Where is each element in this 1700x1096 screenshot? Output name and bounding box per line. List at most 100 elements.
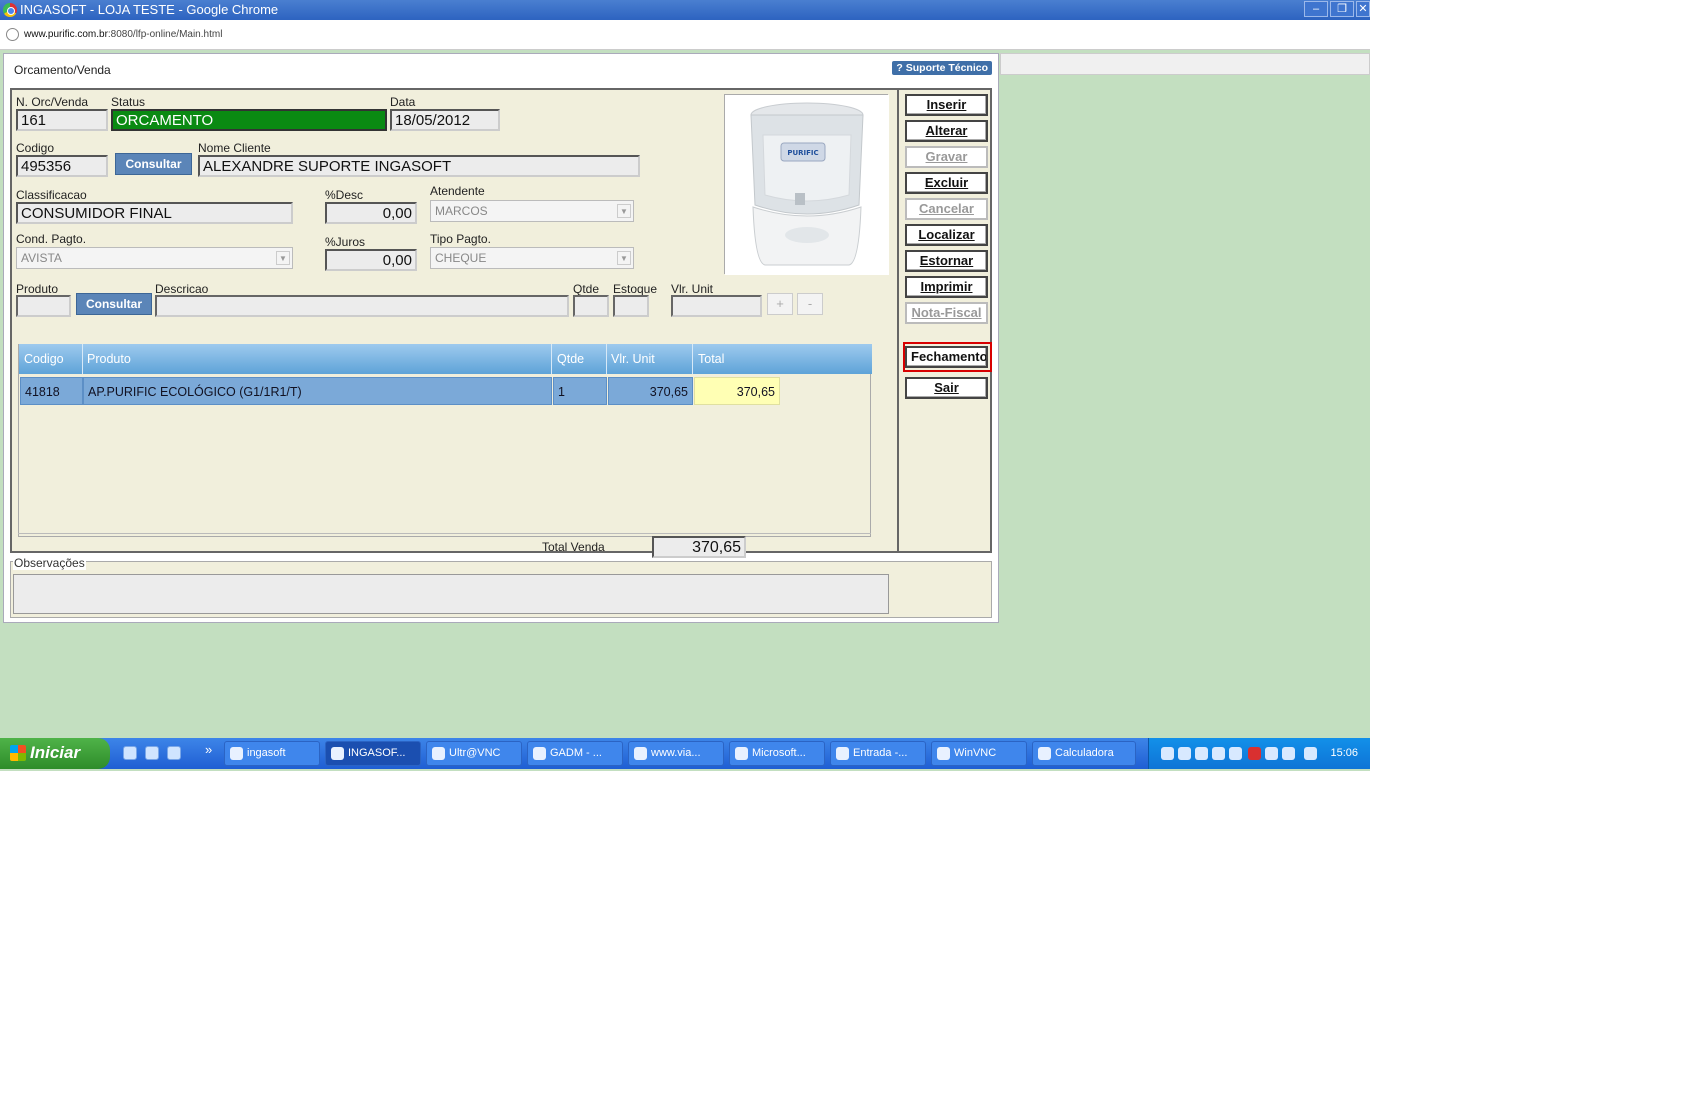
excel-icon — [735, 747, 748, 760]
date-label: Data — [390, 95, 416, 109]
product-code-field[interactable] — [16, 295, 71, 317]
remove-item-button[interactable]: - — [797, 293, 823, 315]
tray-network-icon[interactable] — [1195, 747, 1208, 760]
classification-field[interactable]: CONSUMIDOR FINAL — [16, 202, 293, 224]
fechamento-button[interactable]: Fechamento — [905, 346, 988, 368]
cell-vlr-unit: 370,65 — [608, 377, 693, 405]
tray-star-icon[interactable] — [1304, 747, 1317, 760]
ingasoft-icon — [230, 747, 243, 760]
table-header: Codigo Produto Qtde Vlr. Unit Total — [19, 344, 872, 374]
mail-icon — [836, 747, 849, 760]
col-qtde: Qtde — [557, 352, 585, 366]
tray-eye-icon[interactable] — [1178, 747, 1191, 760]
consult-client-button[interactable]: Consultar — [115, 153, 192, 175]
messenger-icon[interactable] — [145, 746, 159, 760]
client-name-field[interactable]: ALEXANDRE SUPORTE INGASOFT — [198, 155, 640, 177]
product-label: Produto — [16, 282, 59, 296]
taskbar-item-www[interactable]: www.via... — [628, 741, 724, 766]
consult-product-button[interactable]: Consultar — [76, 293, 152, 315]
tray-antivirus-icon[interactable] — [1248, 747, 1261, 760]
action-sidebar: Inserir Alterar Gravar Excluir Cancelar … — [897, 90, 992, 551]
status-field: ORCAMENTO — [111, 109, 387, 131]
payment-cond-select[interactable]: AVISTA ▼ — [16, 247, 293, 269]
interest-label: %Juros — [325, 235, 366, 249]
discount-label: %Desc — [325, 188, 364, 202]
inserir-button[interactable]: Inserir — [905, 94, 988, 116]
alterar-button[interactable]: Alterar — [905, 120, 988, 142]
qty-field[interactable] — [573, 295, 609, 317]
tray-mail-icon[interactable] — [1161, 747, 1174, 760]
payment-cond-label: Cond. Pagto. — [16, 232, 87, 246]
order-no-field[interactable]: 161 — [16, 109, 108, 131]
qty-label: Qtde — [573, 282, 600, 296]
taskbar-item-ingasoft-chrome[interactable]: INGASOF... — [325, 741, 421, 766]
window-title: Orcamento/Venda — [14, 63, 111, 77]
payment-type-select[interactable]: CHEQUE ▼ — [430, 247, 634, 269]
gravar-button[interactable]: Gravar — [905, 146, 988, 168]
taskbar-item-entrada[interactable]: Entrada -... — [830, 741, 926, 766]
restore-button[interactable]: ❐ — [1330, 1, 1354, 17]
orcamento-window: Orcamento/Venda ? Suporte Técnico N. Orc… — [3, 53, 999, 623]
more-quicklaunch-icon[interactable]: » — [205, 742, 212, 757]
chrome-icon — [331, 747, 344, 760]
browser-title: INGASOFT - LOJA TESTE - Google Chrome — [20, 2, 279, 17]
description-field[interactable] — [155, 295, 569, 317]
chevron-down-icon: ▼ — [276, 251, 290, 265]
system-tray: 15:06 — [1148, 738, 1370, 769]
stock-label: Estoque — [613, 282, 658, 296]
excluir-button[interactable]: Excluir — [905, 172, 988, 194]
total-label: Total Venda — [542, 540, 605, 554]
client-code-field[interactable]: 495356 — [16, 155, 108, 177]
taskbar-item-excel[interactable]: Microsoft... — [729, 741, 825, 766]
cell-qtde: 1 — [553, 377, 607, 405]
taskbar-item-calculadora[interactable]: Calculadora — [1032, 741, 1136, 766]
taskbar-item-ultravnc[interactable]: Ultr@VNC — [426, 741, 522, 766]
localizar-button[interactable]: Localizar — [905, 224, 988, 246]
start-button[interactable]: Iniciar — [0, 738, 110, 769]
taskbar-item-ingasoft[interactable]: ingasoft — [224, 741, 320, 766]
browser-title-bar: INGASOFT - LOJA TESTE - Google Chrome – … — [0, 0, 1370, 20]
globe-icon — [6, 28, 19, 41]
gadm-icon — [533, 747, 546, 760]
support-button[interactable]: ? Suporte Técnico — [892, 61, 992, 75]
close-button[interactable]: ✕ — [1356, 1, 1370, 17]
unit-price-label: Vlr. Unit — [671, 282, 714, 296]
date-field[interactable]: 18/05/2012 — [390, 109, 500, 131]
taskbar-item-gadm[interactable]: GADM - ... — [527, 741, 623, 766]
tray-update-icon[interactable] — [1282, 747, 1295, 760]
cell-produto: AP.PURIFIC ECOLÓGICO (G1/1R1/T) — [83, 377, 552, 405]
table-row[interactable]: 41818 AP.PURIFIC ECOLÓGICO (G1/1R1/T) 1 … — [19, 377, 872, 405]
address-bar[interactable]: www.purific.com.br:8080/lfp-online/Main.… — [0, 20, 1370, 50]
tray-tools-icon[interactable] — [1265, 747, 1278, 760]
chevron-down-icon: ▼ — [617, 251, 631, 265]
client-name-label: Nome Cliente — [198, 141, 271, 155]
classification-label: Classificacao — [16, 188, 87, 202]
taskbar: Iniciar » ingasoft INGASOF... Ultr@VNC G… — [0, 738, 1370, 769]
ie-icon[interactable] — [123, 746, 137, 760]
minimize-button[interactable]: – — [1304, 1, 1328, 17]
windows-flag-icon — [10, 745, 26, 761]
url-text[interactable]: www.purific.com.br:8080/lfp-online/Main.… — [24, 29, 222, 40]
unit-price-field[interactable] — [671, 295, 762, 317]
tray-clock-icon[interactable] — [1212, 747, 1225, 760]
add-item-button[interactable]: + — [767, 293, 793, 315]
order-no-label: N. Orc/Venda — [16, 95, 89, 109]
discount-field[interactable]: 0,00 — [325, 202, 417, 224]
imprimir-button[interactable]: Imprimir — [905, 276, 988, 298]
col-vlr-unit: Vlr. Unit — [611, 352, 655, 366]
observations-textarea[interactable] — [13, 574, 889, 614]
taskbar-item-winvnc[interactable]: WinVNC — [931, 741, 1027, 766]
total-divider — [18, 533, 871, 534]
status-label: Status — [111, 95, 146, 109]
attendant-select[interactable]: MARCOS ▼ — [430, 200, 634, 222]
cell-codigo: 41818 — [20, 377, 83, 405]
interest-field[interactable]: 0,00 — [325, 249, 417, 271]
sair-button[interactable]: Sair — [905, 377, 988, 399]
estornar-button[interactable]: Estornar — [905, 250, 988, 272]
nota-fiscal-button[interactable]: Nota-Fiscal — [905, 302, 988, 324]
main-panel: N. Orc/Venda 161 Status ORCAMENTO Data 1… — [10, 88, 992, 558]
cancelar-button[interactable]: Cancelar — [905, 198, 988, 220]
tray-monitor-icon[interactable] — [1229, 747, 1242, 760]
desktop-icon[interactable] — [167, 746, 181, 760]
total-field: 370,65 — [652, 536, 746, 558]
